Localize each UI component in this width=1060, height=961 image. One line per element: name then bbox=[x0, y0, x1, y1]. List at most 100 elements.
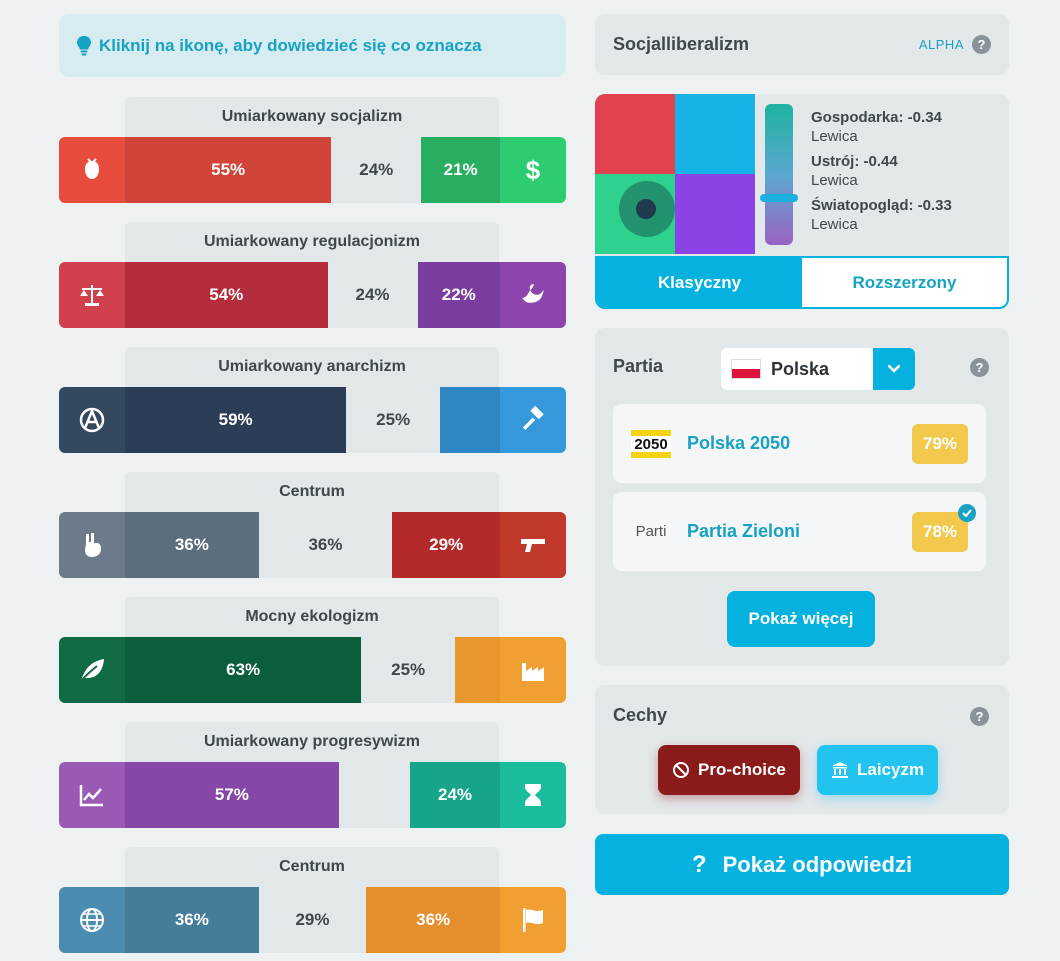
axis-right-score: 24% bbox=[410, 762, 500, 828]
axis-track: 36% 29% 36% bbox=[125, 887, 500, 953]
hint-text: Kliknij na ikonę, aby dowiedzieć się co … bbox=[99, 35, 482, 55]
compass-stats: Gospodarka: -0.34 Lewica Ustrój: -0.44 L… bbox=[811, 108, 952, 240]
axis-track: 59% 25% bbox=[125, 387, 500, 453]
stat-economy-label: Gospodarka: -0.34 bbox=[811, 109, 942, 126]
institution-icon bbox=[832, 762, 848, 778]
axis-bar: 54% 24% 22% bbox=[59, 262, 566, 328]
help-icon[interactable]: ? bbox=[970, 707, 989, 726]
axis-row: Umiarkowany socjalizm 55% 24% 21% $ bbox=[59, 97, 566, 205]
axis-title: Umiarkowany progresywizm bbox=[125, 722, 499, 762]
ideology-name[interactable]: Socjalliberalizm bbox=[613, 34, 919, 55]
axis-title: Umiarkowany regulacjonizm bbox=[125, 222, 499, 262]
factory-icon[interactable] bbox=[500, 637, 566, 703]
gavel-icon[interactable] bbox=[500, 387, 566, 453]
axis-bar: 59% 25% bbox=[59, 387, 566, 453]
axis-track: 54% 24% 22% bbox=[125, 262, 500, 328]
axis-center-score: 25% bbox=[361, 637, 455, 703]
axis-row: Umiarkowany progresywizm 57% 24% bbox=[59, 722, 566, 830]
help-icon[interactable]: ? bbox=[972, 35, 991, 54]
axis-right-score bbox=[455, 637, 500, 703]
axis-title: Mocny ekologizm bbox=[125, 597, 499, 637]
axis-bar: 57% 24% bbox=[59, 762, 566, 828]
axis-right-score: 22% bbox=[417, 262, 500, 328]
anarchy-icon[interactable] bbox=[59, 387, 125, 453]
axis-center-score bbox=[338, 762, 410, 828]
dove-icon[interactable] bbox=[500, 262, 566, 328]
tab-classic[interactable]: Klasyczny bbox=[597, 258, 802, 307]
party-name[interactable]: Polska 2050 bbox=[687, 433, 912, 454]
axis-left-score: 36% bbox=[125, 512, 259, 578]
stat-system-value: Lewica bbox=[811, 172, 858, 189]
axis-left-score: 59% bbox=[125, 387, 347, 453]
axis-left-score: 57% bbox=[125, 762, 339, 828]
broken-image-alt: Parti bbox=[635, 522, 667, 540]
axis-track: 57% 24% bbox=[125, 762, 500, 828]
trait-label: Pro-choice bbox=[698, 760, 786, 779]
peace-hand-icon[interactable] bbox=[59, 512, 125, 578]
axis-right-score bbox=[440, 387, 500, 453]
show-answers-label: Pokaż odpowiedzi bbox=[722, 851, 913, 877]
flag-icon[interactable] bbox=[500, 887, 566, 953]
axis-center-score: 24% bbox=[327, 262, 418, 328]
leaf-icon[interactable] bbox=[59, 637, 125, 703]
show-answers-button[interactable]: ? Pokaż odpowiedzi bbox=[595, 834, 1009, 895]
axis-center-score: 29% bbox=[258, 887, 367, 953]
trait-laicyzm[interactable]: Laicyzm bbox=[817, 745, 939, 795]
axis-row: Centrum 36% 29% 36% bbox=[59, 847, 566, 955]
axis-title: Centrum bbox=[125, 472, 499, 512]
tab-extended[interactable]: Rozszerzony bbox=[802, 258, 1007, 307]
party-match-badge: 79% bbox=[912, 423, 968, 464]
stat-worldview-value: Lewica bbox=[811, 216, 858, 233]
svg-text:$: $ bbox=[526, 155, 541, 185]
rose-icon[interactable] bbox=[59, 137, 125, 203]
traits-card: Cechy ? Pro-choice Laicyzm bbox=[595, 685, 1009, 814]
compass-quadrant-auth-right bbox=[675, 94, 755, 174]
chart-up-icon[interactable] bbox=[59, 762, 125, 828]
trait-label: Laicyzm bbox=[857, 760, 925, 779]
country-select[interactable]: Polska bbox=[721, 348, 915, 390]
compass-tabs: Klasyczny Rozszerzony bbox=[595, 256, 1009, 309]
axis-track: 63% 25% bbox=[125, 637, 500, 703]
gun-icon[interactable] bbox=[500, 512, 566, 578]
help-icon[interactable]: ? bbox=[970, 358, 989, 377]
party-match-value: 78% bbox=[922, 521, 958, 541]
svg-text:2050: 2050 bbox=[634, 436, 667, 453]
show-more-button[interactable]: Pokaż więcej bbox=[727, 591, 875, 647]
stat-economy-value: Lewica bbox=[811, 128, 858, 145]
compass-position-dot bbox=[636, 199, 656, 219]
party-name[interactable]: Partia Zieloni bbox=[687, 521, 912, 542]
axis-bar: 36% 36% 29% bbox=[59, 512, 566, 578]
poland-flag-icon bbox=[731, 359, 761, 379]
lightbulb-icon bbox=[77, 35, 91, 55]
hint-banner: Kliknij na ikonę, aby dowiedzieć się co … bbox=[59, 14, 566, 77]
question-icon: ? bbox=[691, 850, 707, 878]
axis-center-score: 36% bbox=[258, 512, 393, 578]
check-icon bbox=[958, 503, 976, 522]
globe-icon[interactable] bbox=[59, 887, 125, 953]
partia-zieloni-logo: Parti bbox=[631, 512, 671, 552]
alpha-badge: ALPHA bbox=[918, 37, 964, 52]
axis-right-score: 29% bbox=[392, 512, 500, 578]
axis-left-score: 36% bbox=[125, 887, 259, 953]
chevron-down-icon[interactable] bbox=[873, 348, 915, 390]
scales-icon[interactable] bbox=[59, 262, 125, 328]
axis-row: Mocny ekologizm 63% 25% bbox=[59, 597, 566, 705]
axis-track: 55% 24% 21% bbox=[125, 137, 500, 203]
axis-title: Umiarkowany anarchizm bbox=[125, 347, 499, 387]
axis-center-score: 24% bbox=[331, 137, 422, 203]
dollar-icon[interactable]: $ bbox=[500, 137, 566, 203]
party-match-badge: 78% bbox=[912, 503, 976, 552]
party-label: Partia bbox=[613, 356, 664, 376]
axis-left-score: 63% bbox=[125, 637, 362, 703]
axis-center-score: 25% bbox=[346, 387, 440, 453]
trait-pro-choice[interactable]: Pro-choice bbox=[658, 745, 800, 795]
compass-quadrant-auth-left bbox=[595, 94, 675, 174]
axis-right-score: 36% bbox=[366, 887, 500, 953]
axis-left-score: 55% bbox=[125, 137, 332, 203]
party-row-polska-2050[interactable]: 2050 Polska 2050 79% bbox=[613, 404, 986, 483]
ideology-header: Socjalliberalizm ALPHA ? bbox=[595, 14, 1009, 75]
axis-bar: 36% 29% 36% bbox=[59, 887, 566, 953]
party-row-partia-zieloni[interactable]: Parti Partia Zieloni 78% bbox=[613, 492, 986, 571]
hourglass-icon[interactable] bbox=[500, 762, 566, 828]
axis-title: Umiarkowany socjalizm bbox=[125, 97, 499, 137]
